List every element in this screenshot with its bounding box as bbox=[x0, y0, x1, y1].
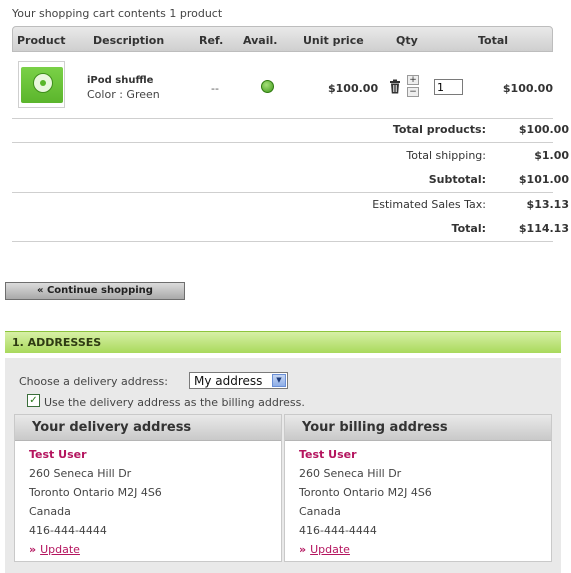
addresses-step-header: 1. ADDRESSES bbox=[5, 331, 561, 353]
cart-table-header: Product Description Ref. Avail. Unit pri… bbox=[12, 26, 553, 52]
sales-tax-label: Estimated Sales Tax: bbox=[372, 198, 486, 211]
col-qty: Qty bbox=[396, 34, 418, 47]
quantity-input[interactable] bbox=[434, 79, 463, 95]
row-total: $100.00 bbox=[502, 82, 553, 95]
grand-total-label: Total: bbox=[451, 222, 486, 235]
ipod-shuffle-image bbox=[21, 67, 63, 103]
divider bbox=[12, 142, 553, 143]
billing-city: Toronto Ontario M2J 4S6 bbox=[299, 486, 432, 499]
billing-street: 260 Seneca Hill Dr bbox=[299, 467, 402, 480]
divider bbox=[12, 192, 553, 193]
double-chevron-icon: » bbox=[29, 543, 37, 556]
total-products-value: $100.00 bbox=[518, 123, 569, 136]
cart-summary: Your shopping cart contents 1 product bbox=[12, 7, 223, 20]
double-chevron-icon: » bbox=[299, 543, 307, 556]
billing-address-title: Your billing address bbox=[285, 415, 551, 441]
billing-name: Test User bbox=[299, 448, 357, 461]
product-attribute: Color : Green bbox=[87, 88, 160, 101]
same-billing-checkbox[interactable]: ✓ bbox=[27, 394, 40, 407]
continue-shopping-button[interactable]: « Continue shopping bbox=[5, 282, 185, 300]
subtotal-label: Subtotal: bbox=[428, 173, 486, 186]
delivery-address-box: Your delivery address Test User 260 Sene… bbox=[14, 414, 282, 562]
product-ref: -- bbox=[211, 82, 219, 95]
grand-total-value: $114.13 bbox=[518, 222, 569, 235]
billing-update: » Update bbox=[299, 543, 350, 556]
col-product: Product bbox=[17, 34, 66, 47]
delivery-street: 260 Seneca Hill Dr bbox=[29, 467, 132, 480]
selected-address: My address bbox=[194, 374, 263, 388]
delivery-city: Toronto Ontario M2J 4S6 bbox=[29, 486, 162, 499]
billing-address-box: Your billing address Test User 260 Senec… bbox=[284, 414, 552, 562]
delivery-update-link[interactable]: Update bbox=[40, 543, 80, 556]
delivery-name: Test User bbox=[29, 448, 87, 461]
available-status-icon bbox=[261, 80, 274, 93]
subtotal-value: $101.00 bbox=[518, 173, 569, 186]
trash-icon[interactable] bbox=[389, 79, 401, 94]
delivery-address-title: Your delivery address bbox=[15, 415, 281, 441]
billing-country: Canada bbox=[299, 505, 341, 518]
col-description: Description bbox=[93, 34, 165, 47]
delivery-phone: 416-444-4444 bbox=[29, 524, 107, 537]
col-avail: Avail. bbox=[243, 34, 278, 47]
divider bbox=[12, 241, 553, 242]
billing-phone: 416-444-4444 bbox=[299, 524, 377, 537]
delivery-address-label: Choose a delivery address: bbox=[19, 375, 168, 388]
col-total: Total bbox=[478, 34, 509, 47]
billing-update-link[interactable]: Update bbox=[310, 543, 350, 556]
col-unit-price: Unit price bbox=[303, 34, 364, 47]
delivery-country: Canada bbox=[29, 505, 71, 518]
total-products-label: Total products: bbox=[392, 123, 486, 136]
col-ref: Ref. bbox=[199, 34, 224, 47]
sales-tax-value: $13.13 bbox=[526, 198, 569, 211]
product-image[interactable] bbox=[18, 61, 65, 108]
qty-decrease-button[interactable]: − bbox=[407, 87, 419, 97]
qty-increase-button[interactable]: + bbox=[407, 75, 419, 85]
cart-item-row: iPod shuffle Color : Green -- $100.00 + … bbox=[12, 55, 553, 119]
chevron-down-icon[interactable]: ▼ bbox=[272, 374, 286, 387]
step-title: 1. ADDRESSES bbox=[12, 336, 102, 349]
click-wheel-icon bbox=[33, 73, 53, 93]
total-shipping-value: $1.00 bbox=[534, 149, 569, 162]
unit-price: $100.00 bbox=[328, 82, 379, 95]
delivery-update: » Update bbox=[29, 543, 80, 556]
delivery-address-select[interactable]: My address ▼ bbox=[189, 372, 288, 389]
same-billing-label[interactable]: Use the delivery address as the billing … bbox=[44, 396, 305, 409]
product-name[interactable]: iPod shuffle bbox=[87, 75, 153, 86]
total-shipping-label: Total shipping: bbox=[406, 149, 486, 162]
